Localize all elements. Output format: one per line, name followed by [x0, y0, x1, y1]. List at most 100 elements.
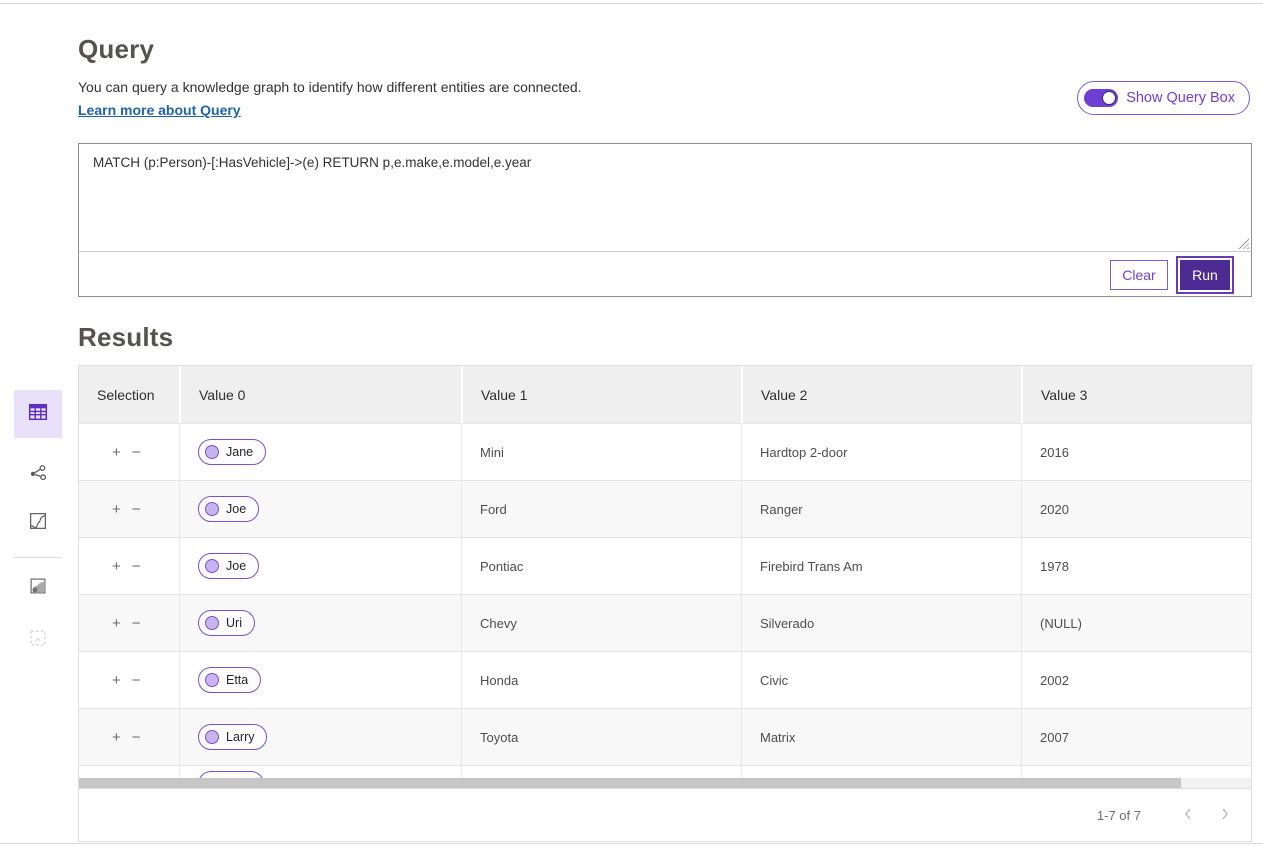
value0-cell: Etta — [179, 652, 461, 708]
entity-node-icon — [205, 616, 219, 630]
table-row: + − Larry Toyota Matrix 2007 — [79, 708, 1251, 765]
add-to-selection-button[interactable]: + — [112, 502, 121, 517]
toggle-knob — [1102, 91, 1116, 105]
entity-node-icon — [205, 673, 219, 687]
horizontal-scrollbar[interactable] — [79, 778, 1251, 788]
add-to-selection-button[interactable]: + — [112, 559, 121, 574]
toggle-switch-icon — [1084, 89, 1118, 107]
value1-cell: Toyota — [461, 709, 741, 765]
query-editor-wrap: MATCH (p:Person)-[:HasVehicle]->(e) RETU… — [79, 144, 1251, 252]
selection-cell: + − — [79, 652, 179, 708]
selection-cell: + − — [79, 595, 179, 651]
value1-cell: Honda — [461, 652, 741, 708]
remove-from-selection-button[interactable]: − — [132, 445, 141, 460]
clear-button[interactable]: Clear — [1110, 260, 1168, 290]
table-row: + − Etta Honda Civic 2002 — [79, 651, 1251, 708]
map-view-icon — [27, 510, 49, 537]
table-row: + − Uri Chevy Silverado (NULL) — [79, 594, 1251, 651]
entity-node-icon — [205, 730, 219, 744]
column-header: Value 1 — [461, 366, 741, 423]
rail-divider — [14, 557, 62, 558]
show-query-box-toggle[interactable]: Show Query Box — [1077, 81, 1250, 115]
view-switcher-rail — [14, 390, 62, 664]
column-header: Value 3 — [1021, 366, 1251, 423]
results-title: Results — [78, 322, 173, 353]
selection-cell: + − — [79, 709, 179, 765]
value0-cell: Jane — [179, 424, 461, 480]
table-row-partial — [79, 765, 1251, 778]
page-description: You can query a knowledge graph to ident… — [78, 79, 582, 95]
run-button[interactable]: Run — [1180, 260, 1230, 290]
table-row: + − Joe Ford Ranger 2020 — [79, 480, 1251, 537]
column-header: Value 2 — [741, 366, 1021, 423]
selection-cell: + − — [79, 424, 179, 480]
selection-cell: + − — [79, 481, 179, 537]
value2-cell: Silverado — [741, 595, 1021, 651]
link-chart-icon — [27, 462, 49, 489]
entity-chip[interactable]: Joe — [198, 553, 259, 579]
entity-chip-label: Jane — [226, 445, 253, 459]
table-view-icon — [26, 400, 50, 429]
value0-cell: Joe — [179, 481, 461, 537]
value3-cell: 2020 — [1021, 481, 1251, 537]
query-input[interactable]: MATCH (p:Person)-[:HasVehicle]->(e) RETU… — [79, 144, 1251, 251]
add-to-map-tab[interactable] — [14, 568, 62, 608]
value1-cell: Ford — [461, 481, 741, 537]
table-body: + − Jane Mini Hardtop 2-door 2016 + − Jo… — [79, 423, 1251, 765]
chevron-left-icon — [1183, 807, 1193, 824]
value3-cell: 2007 — [1021, 709, 1251, 765]
add-to-selection-button[interactable]: + — [112, 445, 121, 460]
table-view-tab[interactable] — [14, 390, 62, 438]
add-to-map-icon — [27, 575, 49, 602]
add-to-selection-button[interactable]: + — [112, 673, 121, 688]
selection-tools-icon — [27, 627, 49, 654]
value2-cell: Firebird Trans Am — [741, 538, 1021, 594]
entity-chip[interactable]: Etta — [198, 667, 261, 693]
link-chart-tab[interactable] — [14, 451, 62, 499]
pagination-bar: 1-7 of 7 — [79, 788, 1251, 841]
learn-more-link[interactable]: Learn more about Query — [78, 102, 241, 118]
entity-chip-label: Larry — [226, 730, 254, 744]
entity-node-icon — [205, 502, 219, 516]
remove-from-selection-button[interactable]: − — [132, 616, 141, 631]
value0-cell: Larry — [179, 709, 461, 765]
value0-cell: Joe — [179, 538, 461, 594]
selection-cell: + − — [79, 538, 179, 594]
bottom-divider — [0, 843, 1263, 844]
add-to-selection-button[interactable]: + — [112, 730, 121, 745]
entity-chip[interactable]: Jane — [198, 439, 266, 465]
horizontal-scrollbar-thumb[interactable] — [79, 778, 1181, 788]
entity-chip-label: Etta — [226, 673, 248, 687]
entity-chip-partial[interactable] — [198, 771, 264, 778]
map-view-tab[interactable] — [14, 499, 62, 547]
value0-cell: Uri — [179, 595, 461, 651]
entity-node-icon — [205, 559, 219, 573]
previous-page-button[interactable] — [1176, 803, 1200, 827]
value2-cell: Hardtop 2-door — [741, 424, 1021, 480]
pagination-range-label: 1-7 of 7 — [1097, 808, 1141, 823]
entity-chip[interactable]: Larry — [198, 724, 267, 750]
next-page-button[interactable] — [1213, 803, 1237, 827]
column-header: Selection — [79, 366, 179, 423]
remove-from-selection-button[interactable]: − — [132, 730, 141, 745]
column-header: Value 0 — [179, 366, 461, 423]
entity-node-icon — [205, 445, 219, 459]
entity-chip[interactable]: Uri — [198, 610, 255, 636]
remove-from-selection-button[interactable]: − — [132, 673, 141, 688]
value3-cell: 1978 — [1021, 538, 1251, 594]
remove-from-selection-button[interactable]: − — [132, 559, 141, 574]
value3-cell: (NULL) — [1021, 595, 1251, 651]
value3-cell: 2002 — [1021, 652, 1251, 708]
query-page: Query You can query a knowledge graph to… — [0, 0, 1263, 847]
value2-cell: Ranger — [741, 481, 1021, 537]
table-row: + − Joe Pontiac Firebird Trans Am 1978 — [79, 537, 1251, 594]
page-title: Query — [78, 34, 154, 65]
value2-cell: Matrix — [741, 709, 1021, 765]
remove-from-selection-button[interactable]: − — [132, 502, 141, 517]
entity-chip[interactable]: Joe — [198, 496, 259, 522]
selection-tools-tab[interactable] — [14, 616, 62, 664]
value3-cell: 2016 — [1021, 424, 1251, 480]
add-to-selection-button[interactable]: + — [112, 616, 121, 631]
value2-cell: Civic — [741, 652, 1021, 708]
value1-cell: Mini — [461, 424, 741, 480]
